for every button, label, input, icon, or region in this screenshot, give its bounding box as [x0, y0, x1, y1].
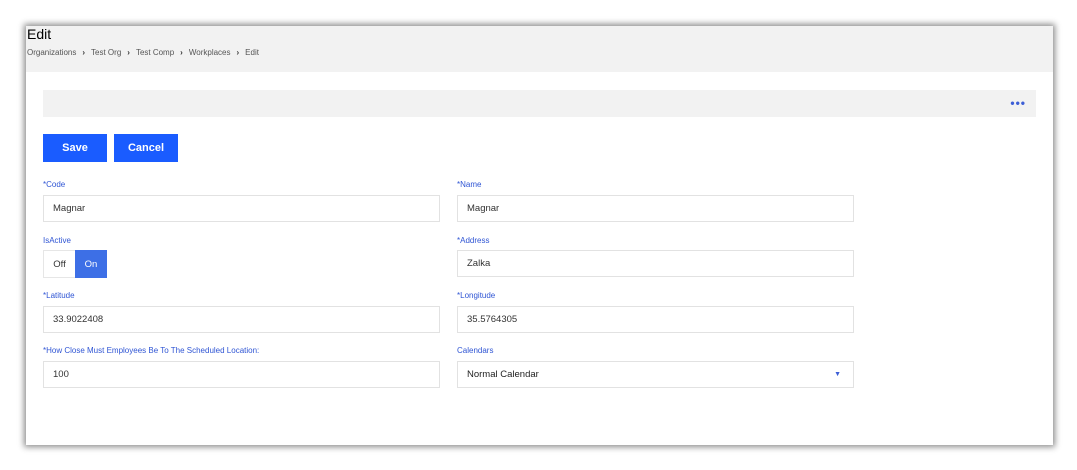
address-input[interactable]: Zalka: [457, 250, 854, 277]
code-label: *Code: [43, 180, 66, 189]
chevron-right-icon: ›: [82, 48, 86, 57]
calendars-selected-value: Normal Calendar: [467, 369, 539, 380]
more-horizontal-icon[interactable]: •••: [1010, 96, 1026, 110]
breadcrumb-test-org[interactable]: Test Org: [91, 48, 121, 57]
breadcrumb-workplaces[interactable]: Workplaces: [189, 48, 231, 57]
calendars-label: Calendars: [457, 346, 494, 355]
chevron-right-icon: ›: [180, 48, 183, 57]
calendars-select[interactable]: Normal Calendar ▼: [457, 361, 854, 388]
chevron-right-icon: ›: [236, 48, 240, 57]
breadcrumb-organizations[interactable]: Organizations: [27, 48, 76, 57]
chevron-right-icon: ›: [127, 48, 130, 57]
longitude-input[interactable]: 35.5764305: [457, 306, 854, 333]
name-input[interactable]: Magnar: [457, 195, 854, 222]
edit-panel: Edit Organizations › Test Org › Test Com…: [26, 26, 1053, 445]
page-header: Edit Organizations › Test Org › Test Com…: [26, 26, 1053, 72]
latitude-label: *Latitude: [43, 291, 75, 300]
cancel-button[interactable]: Cancel: [114, 134, 178, 162]
action-bar: •••: [43, 90, 1036, 117]
name-label: *Name: [457, 180, 482, 189]
breadcrumb-edit: Edit: [245, 48, 259, 57]
toggle-on-option[interactable]: On: [75, 250, 107, 278]
is-active-label: IsActive: [43, 236, 72, 245]
code-input[interactable]: Magnar: [43, 195, 440, 222]
page-title: Edit: [27, 26, 52, 42]
toggle-off-option[interactable]: Off: [43, 250, 75, 278]
is-active-toggle: Off On: [43, 250, 107, 278]
breadcrumb: Organizations › Test Org › Test Comp › W…: [27, 48, 259, 57]
save-button[interactable]: Save: [43, 134, 107, 162]
proximity-label: *How Close Must Employees Be To The Sche…: [43, 346, 260, 355]
latitude-input[interactable]: 33.9022408: [43, 306, 440, 333]
breadcrumb-test-comp[interactable]: Test Comp: [136, 48, 174, 57]
caret-down-icon: ▼: [834, 371, 841, 378]
longitude-label: *Longitude: [457, 291, 496, 300]
address-label: *Address: [457, 236, 490, 245]
proximity-input[interactable]: 100: [43, 361, 440, 388]
